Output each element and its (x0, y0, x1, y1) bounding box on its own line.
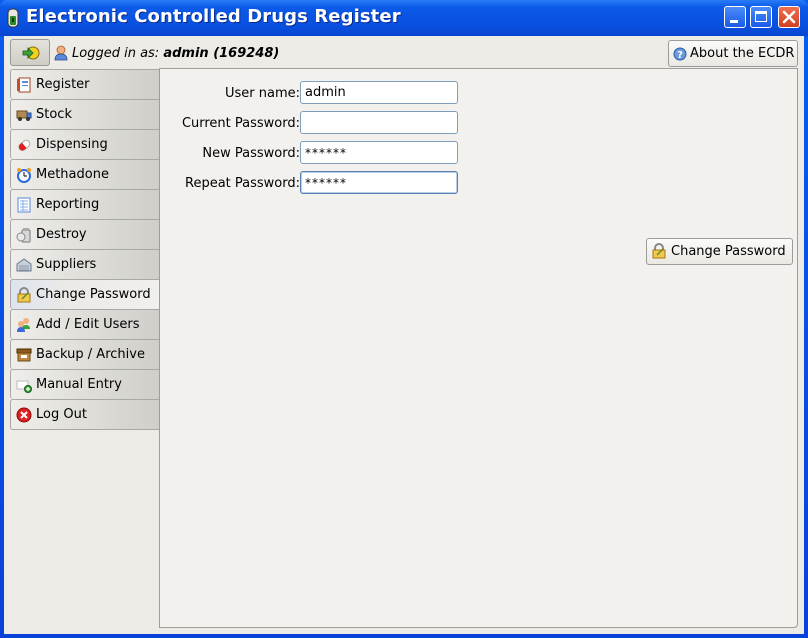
logged-in-status: Logged in as: admin (169248) (72, 46, 279, 61)
sidebar-item-label: Reporting (36, 197, 100, 212)
sidebar-item-label: Methadone (36, 167, 109, 182)
sidebar-item-label: Destroy (36, 227, 87, 242)
sidebar-item-label: Backup / Archive (36, 347, 145, 362)
bin-icon (16, 228, 31, 243)
archive-box-icon (16, 348, 32, 362)
sidebar-item-manual-entry[interactable]: Manual Entry (10, 369, 160, 399)
svg-text:?: ? (677, 50, 683, 61)
username-row: User name: (160, 81, 470, 105)
sidebar-item-suppliers[interactable]: Suppliers (10, 249, 160, 279)
sidebar-item-destroy[interactable]: Destroy (10, 219, 160, 249)
change-password-panel: User name: Current Password: New Passwor… (159, 68, 798, 628)
sidebar-item-label: Log Out (36, 407, 87, 422)
window-title: Electronic Controlled Drugs Register (26, 6, 401, 27)
username-field[interactable] (300, 81, 458, 104)
sidebar-item-label: Change Password (36, 287, 151, 302)
logged-in-user: admin (169248) (163, 46, 280, 61)
exit-arrow-icon (22, 46, 40, 60)
sidebar-item-reporting[interactable]: Reporting (10, 189, 160, 219)
padlock-edit-icon (652, 243, 666, 259)
red-x-icon (16, 407, 32, 423)
repeat-password-label: Repeat Password: (185, 176, 300, 191)
sidebar-item-label: Manual Entry (36, 377, 122, 392)
maximize-icon (755, 11, 767, 22)
current-password-row: Current Password: (160, 111, 470, 135)
app-window: Electronic Controlled Drugs Register Log… (0, 0, 808, 638)
notebook-icon (17, 77, 31, 93)
new-password-row: New Password: (160, 141, 470, 165)
logged-in-label: Logged in as: (72, 46, 160, 61)
client-area: Logged in as: admin (169248) ? About the… (4, 36, 804, 634)
about-button[interactable]: ? About the ECDR (668, 40, 798, 67)
change-password-button-label: Change Password (671, 244, 786, 259)
username-label: User name: (224, 86, 300, 101)
padlock-edit-icon (17, 287, 31, 303)
title-bar[interactable]: Electronic Controlled Drugs Register (0, 0, 808, 36)
close-icon (782, 10, 796, 24)
sidebar-item-label: Stock (36, 107, 72, 122)
header-bar: Logged in as: admin (169248) ? About the… (4, 36, 804, 68)
help-icon: ? (673, 47, 687, 61)
quick-logout-button[interactable] (10, 39, 50, 66)
close-button[interactable] (778, 6, 800, 28)
app-padlock-icon (7, 8, 19, 28)
new-password-field[interactable] (300, 141, 458, 164)
alarm-clock-icon (17, 168, 31, 183)
report-sheet-icon (17, 197, 31, 213)
pill-icon (18, 139, 31, 151)
sidebar-item-change-password[interactable]: Change Password (10, 279, 162, 309)
change-password-button[interactable]: Change Password (646, 238, 793, 265)
minimize-icon (730, 20, 738, 23)
current-password-label: Current Password: (181, 116, 300, 131)
sidebar-item-add-edit-users[interactable]: Add / Edit Users (10, 309, 160, 339)
users-add-icon (17, 318, 30, 332)
card-add-icon (16, 380, 32, 393)
repeat-password-row: Repeat Password: (160, 171, 470, 195)
sidebar-item-log-out[interactable]: Log Out (10, 399, 160, 430)
sidebar-item-label: Add / Edit Users (36, 317, 140, 332)
truck-icon (16, 110, 32, 121)
repeat-password-field[interactable] (300, 171, 458, 194)
about-button-label: About the ECDR (690, 46, 795, 61)
sidebar-item-backup-archive[interactable]: Backup / Archive (10, 339, 160, 369)
sidebar-item-label: Register (36, 77, 90, 92)
user-icon (54, 45, 68, 61)
current-password-field[interactable] (300, 111, 458, 134)
minimize-button[interactable] (724, 6, 746, 28)
sidebar-item-label: Suppliers (36, 257, 97, 272)
maximize-button[interactable] (750, 6, 772, 28)
sidebar-item-label: Dispensing (36, 137, 108, 152)
new-password-label: New Password: (202, 146, 300, 161)
warehouse-icon (16, 258, 32, 272)
